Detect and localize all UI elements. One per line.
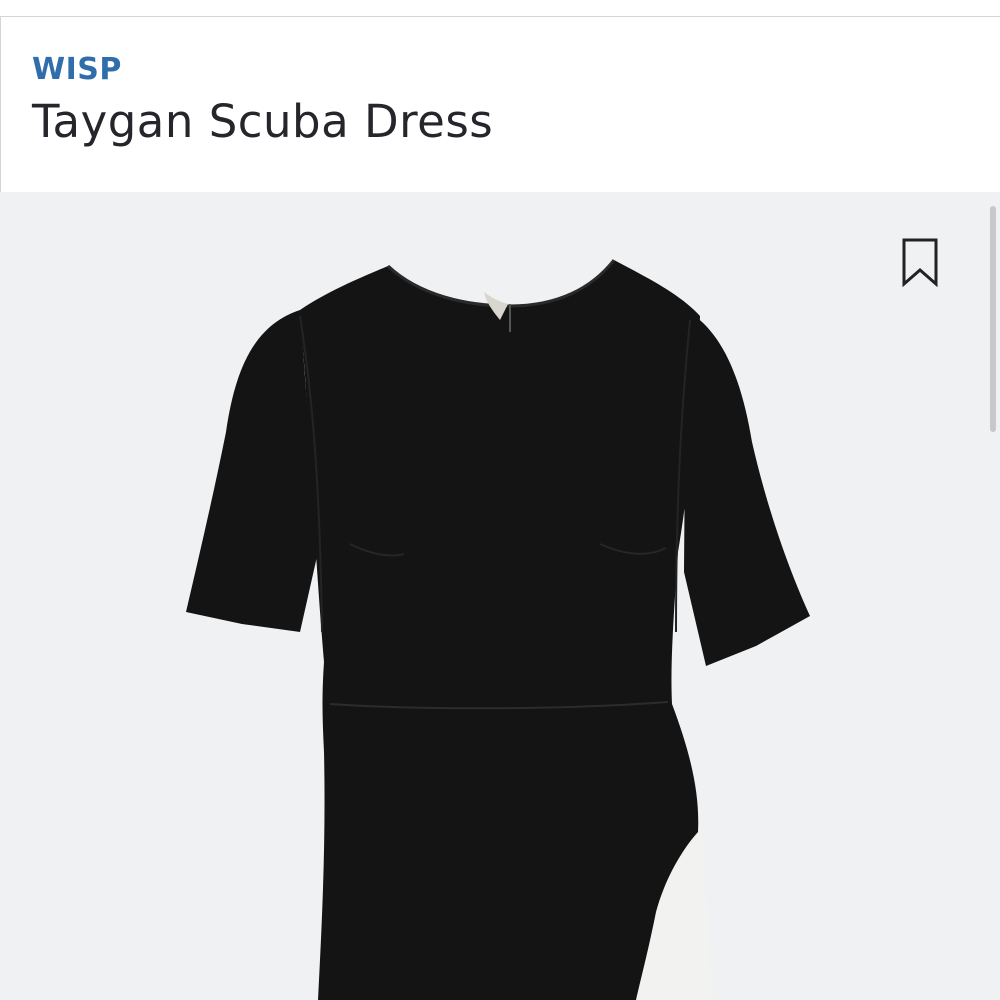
bookmark-icon[interactable] <box>898 236 942 288</box>
dress-right-sleeve <box>684 310 810 666</box>
scrollbar[interactable] <box>990 206 996 432</box>
header-left-border <box>0 17 1 192</box>
product-header: WISP Taygan Scuba Dress <box>0 17 1000 192</box>
product-title: Taygan Scuba Dress <box>32 95 494 148</box>
dress-illustration <box>186 259 810 1000</box>
brand-name[interactable]: WISP <box>32 55 122 85</box>
dress-body <box>300 260 700 1000</box>
bookmark-glyph <box>902 238 938 288</box>
dress-left-sleeve <box>186 310 318 632</box>
product-image[interactable] <box>0 192 1000 1000</box>
